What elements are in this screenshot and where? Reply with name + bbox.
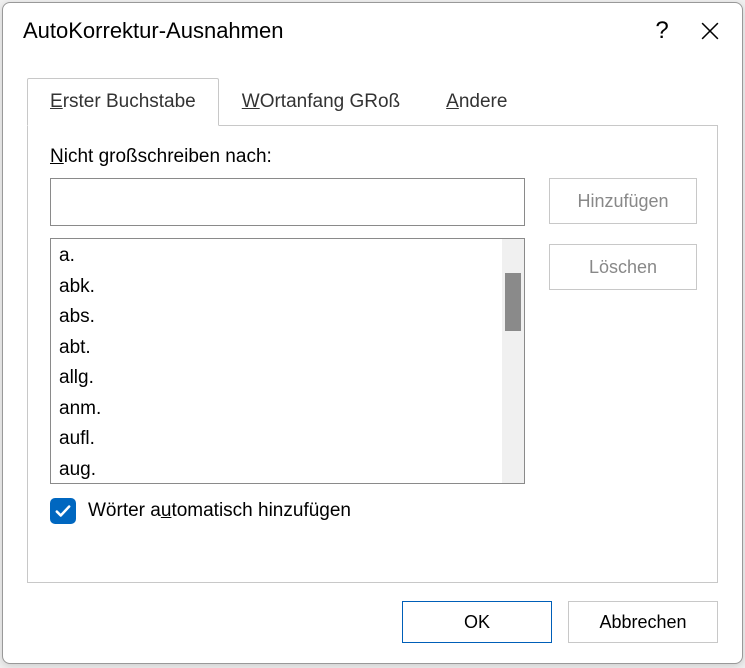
field-label: Nicht großschreiben nach: — [50, 146, 695, 168]
list-item[interactable]: a. — [51, 241, 524, 272]
close-icon — [701, 22, 719, 40]
list-item[interactable]: aufl. — [51, 424, 524, 455]
cancel-button[interactable]: Abbrechen — [568, 601, 718, 643]
titlebar: AutoKorrektur-Ausnahmen ? — [3, 3, 742, 59]
list-item[interactable]: abs. — [51, 302, 524, 333]
auto-add-label: Wörter automatisch hinzufügen — [88, 500, 351, 522]
list-item[interactable]: abk. — [51, 272, 524, 303]
exception-input[interactable] — [50, 178, 525, 226]
ok-button[interactable]: OK — [402, 601, 552, 643]
listbox-scrollbar[interactable] — [502, 239, 524, 483]
add-button[interactable]: Hinzufügen — [549, 178, 697, 224]
tabstrip: Erster Buchstabe WOrtanfang GRoß Andere — [27, 77, 718, 125]
list-item[interactable]: anm. — [51, 394, 524, 425]
auto-add-checkbox[interactable] — [50, 498, 76, 524]
list-item[interactable]: aug. — [51, 455, 524, 485]
tab-other[interactable]: Andere — [423, 78, 530, 126]
help-button[interactable]: ? — [638, 7, 686, 55]
dialog-title: AutoKorrektur-Ausnahmen — [23, 18, 283, 44]
list-item[interactable]: allg. — [51, 363, 524, 394]
close-button[interactable] — [686, 7, 734, 55]
autocorrect-exceptions-dialog: AutoKorrektur-Ausnahmen ? Erster Buchsta… — [2, 2, 743, 664]
list-item[interactable]: abt. — [51, 333, 524, 364]
auto-add-checkbox-row: Wörter automatisch hinzufügen — [50, 498, 695, 524]
exceptions-listbox[interactable]: a. abk. abs. abt. allg. anm. aufl. aug. — [50, 238, 525, 484]
delete-button[interactable]: Löschen — [549, 244, 697, 290]
checkmark-icon — [54, 502, 72, 520]
tab-initial-caps[interactable]: WOrtanfang GRoß — [219, 78, 423, 126]
scrollbar-thumb[interactable] — [505, 273, 521, 331]
dialog-content: Erster Buchstabe WOrtanfang GRoß Andere … — [3, 59, 742, 595]
tab-panel-first-letter: Nicht großschreiben nach: a. abk. abs. a… — [27, 125, 718, 583]
tab-first-letter[interactable]: Erster Buchstabe — [27, 78, 219, 126]
dialog-footer: OK Abbrechen — [3, 595, 742, 663]
